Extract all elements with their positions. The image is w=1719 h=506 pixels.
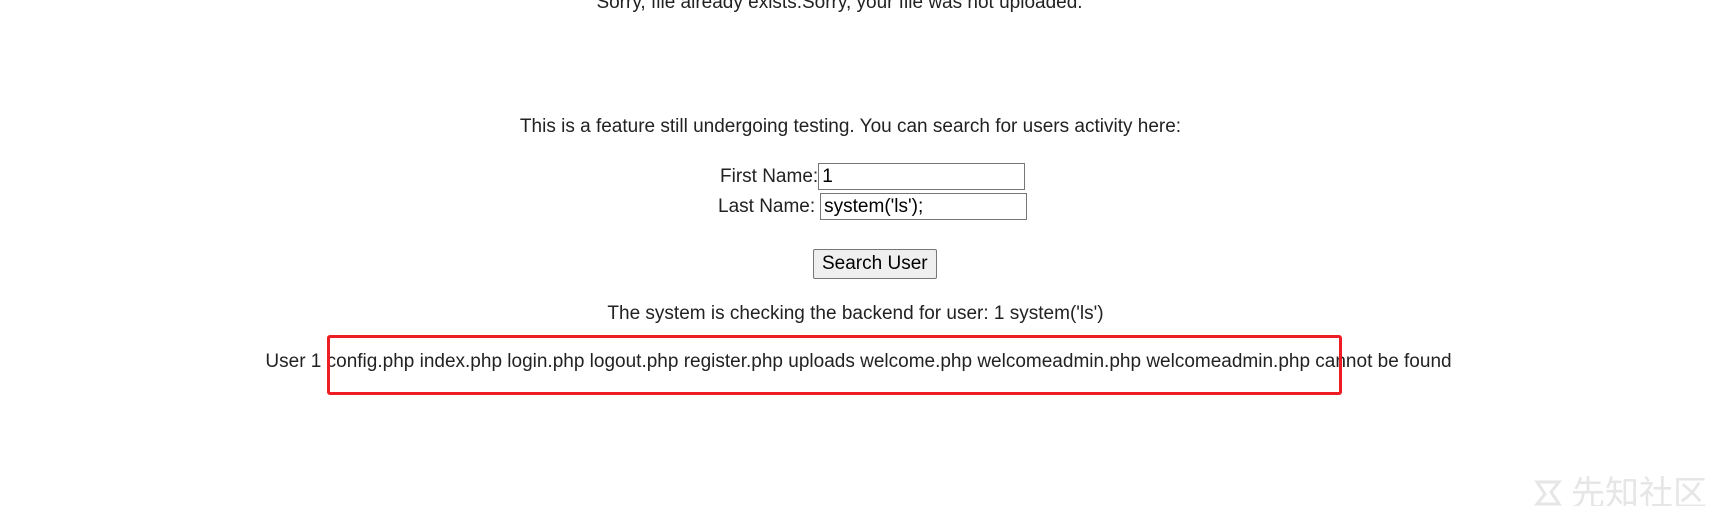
last-name-input[interactable] [820, 193, 1028, 220]
watermark: 先知社区 [1531, 466, 1707, 506]
last-name-label: Last Name: [718, 195, 816, 217]
last-name-row: Last Name: [718, 193, 1028, 220]
upload-status-message: Sorry, file already exists.Sorry, your f… [596, 0, 1083, 13]
feature-intro-text: This is a feature still undergoing testi… [519, 116, 1182, 137]
backend-check-message: The system is checking the backend for u… [607, 303, 1104, 324]
first-name-label: First Name: [720, 165, 819, 187]
first-name-input[interactable] [818, 163, 1026, 190]
first-name-row: First Name: [720, 163, 1026, 190]
highlight-annotation-box [327, 335, 1342, 395]
watermark-text: 先知社区 [1571, 474, 1707, 506]
xianzhi-logo-icon [1533, 480, 1563, 506]
search-user-button[interactable]: Search User [813, 249, 937, 279]
